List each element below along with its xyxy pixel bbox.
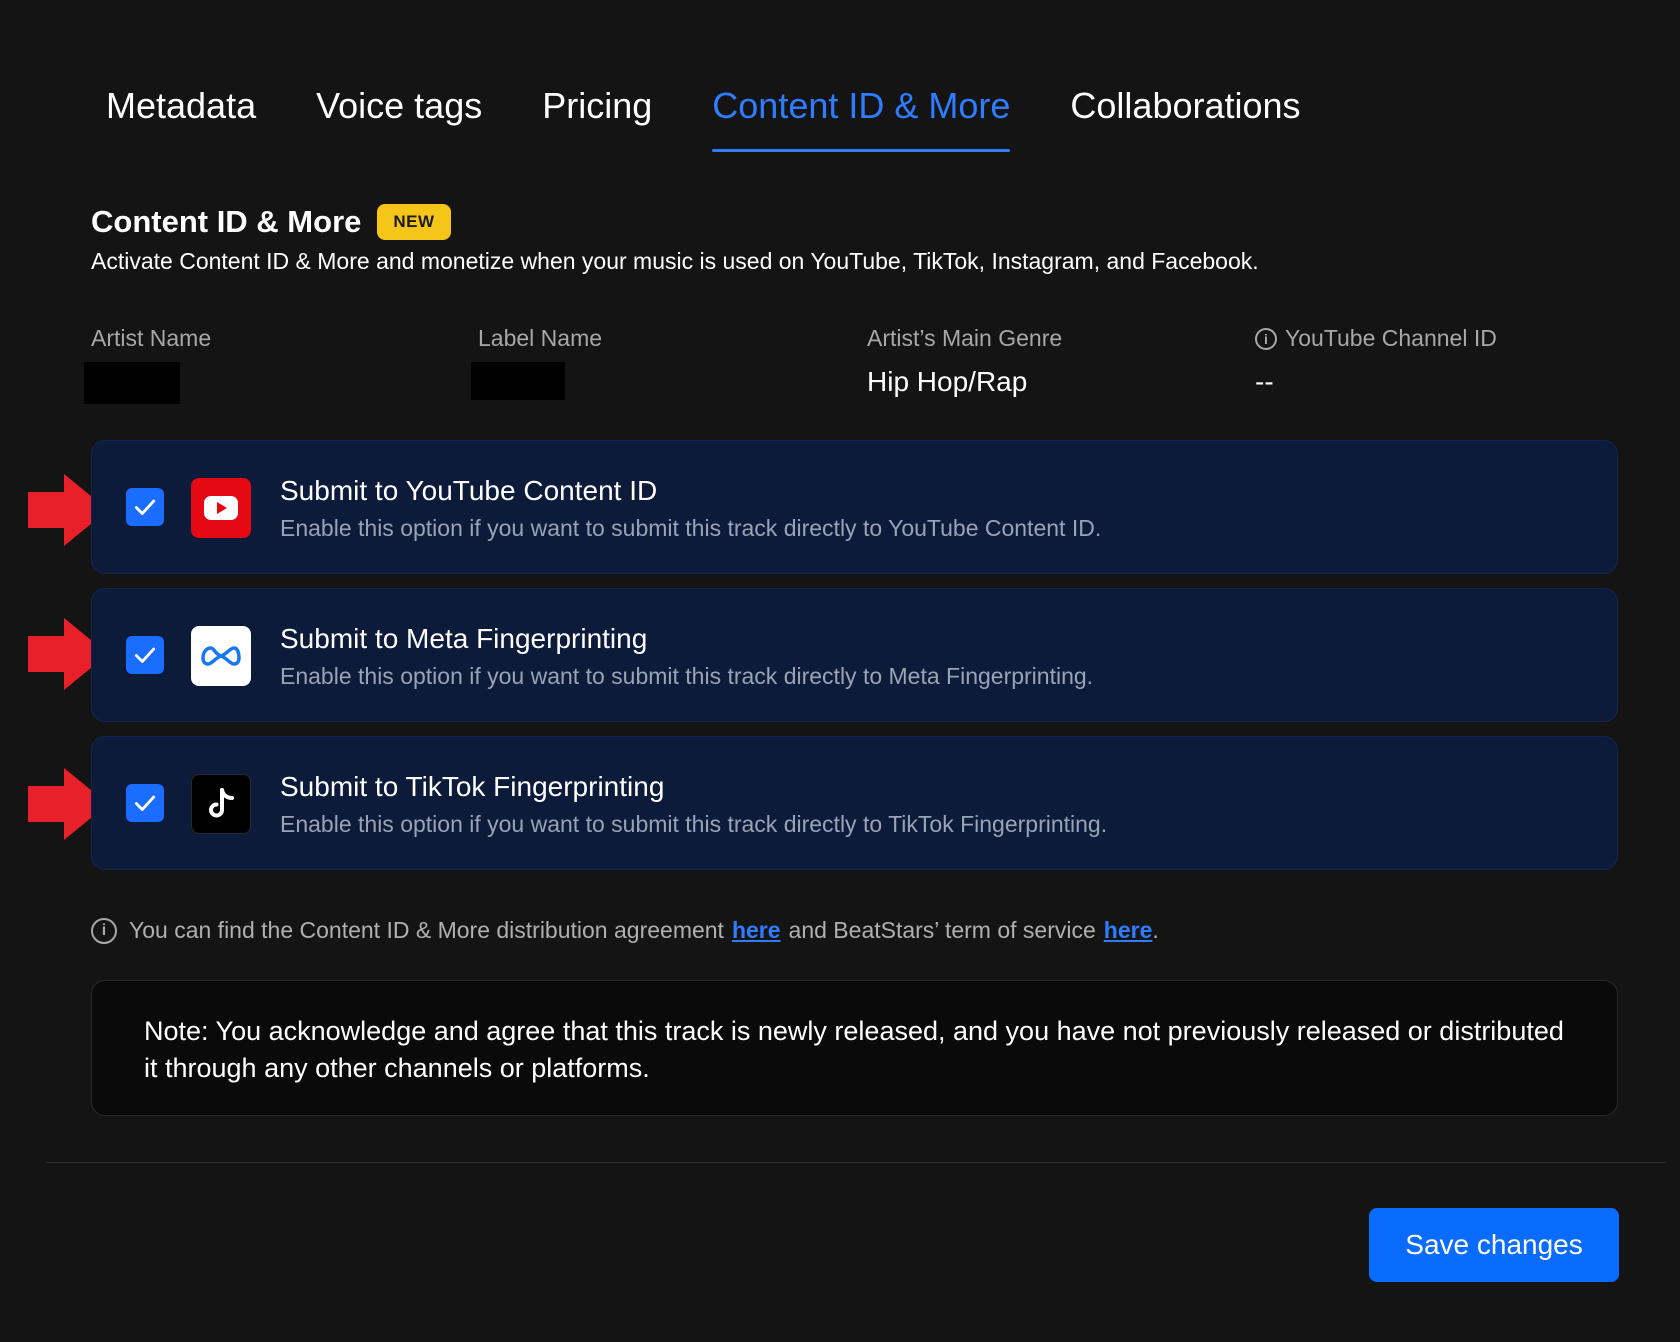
meta-checkbox[interactable] <box>126 636 164 674</box>
terms-of-service-link[interactable]: here <box>1104 917 1153 944</box>
option-title: Submit to Meta Fingerprinting <box>280 623 648 654</box>
section-header: Content ID & More NEW <box>91 204 451 240</box>
option-description: Enable this option if you want to submit… <box>280 663 1094 689</box>
option-title: Submit to YouTube Content ID <box>280 475 658 506</box>
note-box: Note: You acknowledge and agree that thi… <box>91 980 1618 1116</box>
option-meta-fingerprinting[interactable]: Submit to Meta Fingerprinting Enable thi… <box>91 588 1618 722</box>
save-changes-button[interactable]: Save changes <box>1369 1208 1619 1282</box>
genre-value: Hip Hop/Rap <box>867 366 1028 397</box>
info-icon[interactable]: i <box>1255 327 1277 350</box>
tab-voice-tags[interactable]: Voice tags <box>302 80 496 152</box>
artist-name-label: Artist Name <box>91 325 212 351</box>
meta-icon <box>191 626 251 686</box>
tab-pricing[interactable]: Pricing <box>528 80 666 152</box>
info-icon: i <box>91 917 117 944</box>
tiktok-checkbox[interactable] <box>126 784 164 822</box>
artist-name-field: Artist Name <box>84 325 212 404</box>
option-tiktok-fingerprinting[interactable]: Submit to TikTok Fingerprinting Enable t… <box>91 736 1618 870</box>
tab-collaborations[interactable]: Collaborations <box>1056 80 1314 152</box>
section-description: Activate Content ID & More and monetize … <box>91 248 1259 274</box>
option-youtube-content-id[interactable]: Submit to YouTube Content ID Enable this… <box>91 440 1618 574</box>
youtube-icon <box>191 478 251 538</box>
label-name-label: Label Name <box>478 325 603 351</box>
artist-name-redacted <box>84 362 180 404</box>
section-title: Content ID & More <box>91 204 362 239</box>
checkmark-icon <box>134 795 156 811</box>
option-description: Enable this option if you want to submit… <box>280 515 1102 541</box>
option-description: Enable this option if you want to submit… <box>280 811 1108 837</box>
distribution-agreement-link[interactable]: here <box>732 917 781 944</box>
agreement-text: You can find the Content ID & More distr… <box>129 917 724 943</box>
tab-content-id[interactable]: Content ID & More <box>698 80 1024 152</box>
youtube-channel-field: i YouTube Channel ID -- <box>1255 325 1497 398</box>
agreement-text: and BeatStars’ term of service <box>788 917 1096 943</box>
new-badge: NEW <box>377 204 451 240</box>
option-title: Submit to TikTok Fingerprinting <box>280 771 665 802</box>
tab-bar: Metadata Voice tags Pricing Content ID &… <box>92 80 1347 152</box>
genre-label: Artist’s Main Genre <box>867 325 1063 351</box>
checkmark-icon <box>134 647 156 663</box>
divider <box>46 1162 1666 1163</box>
agreement-period: . <box>1152 917 1159 943</box>
genre-field: Artist’s Main Genre Hip Hop/Rap <box>867 325 1062 398</box>
label-name-field: Label Name <box>471 325 603 400</box>
checkmark-icon <box>134 499 156 515</box>
track-info: Artist Name Label Name Artist’s Main Gen… <box>84 325 1631 415</box>
youtube-channel-label-row: i YouTube Channel ID <box>1255 325 1497 352</box>
youtube-checkbox[interactable] <box>126 488 164 526</box>
youtube-channel-value: -- <box>1255 366 1274 397</box>
tab-metadata[interactable]: Metadata <box>92 80 270 152</box>
agreement-notice: i You can find the Content ID & More dis… <box>91 917 1159 944</box>
youtube-channel-label: YouTube Channel ID <box>1285 325 1497 351</box>
tiktok-icon <box>191 774 251 834</box>
label-name-redacted <box>471 362 565 400</box>
